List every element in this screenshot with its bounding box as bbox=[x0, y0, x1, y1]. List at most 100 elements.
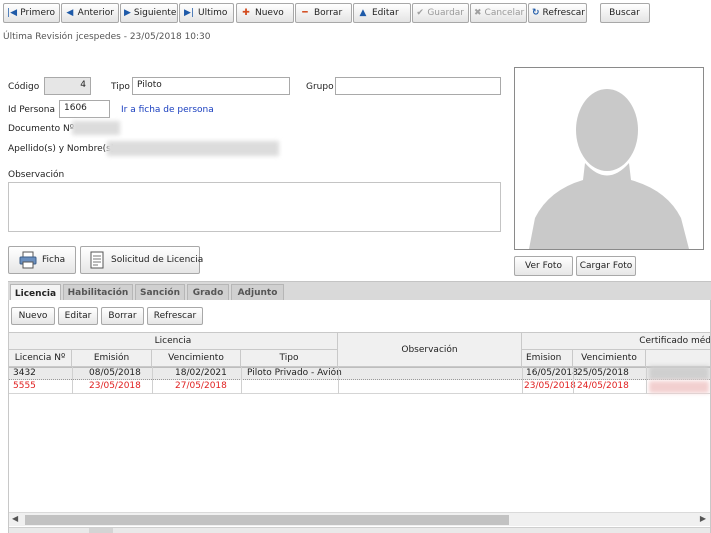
documento-label: Documento Nº bbox=[8, 124, 74, 134]
ultimo-button[interactable]: ▶| Ultimo bbox=[179, 3, 234, 23]
grid-footer-bar bbox=[9, 527, 710, 533]
guardar-label: Guardar bbox=[427, 8, 464, 18]
cell-emision: 23/05/2018 bbox=[89, 381, 141, 391]
nuevo-button[interactable]: ✚ Nuevo bbox=[236, 3, 294, 23]
minus-icon: ━ bbox=[302, 8, 308, 18]
cargar-foto-button[interactable]: Cargar Foto bbox=[576, 256, 636, 276]
cell-redacted bbox=[649, 381, 709, 393]
grid-borrar-button[interactable]: Borrar bbox=[101, 307, 144, 325]
ver-foto-button[interactable]: Ver Foto bbox=[514, 256, 573, 276]
cell-cert-emision: 23/05/2018 bbox=[524, 381, 576, 391]
cell-cert-vencimiento: 25/05/2018 bbox=[577, 368, 629, 378]
col-divider bbox=[152, 367, 153, 394]
codigo-field[interactable]: 4 bbox=[44, 77, 91, 95]
table-row[interactable]: 3432 08/05/2018 18/02/2021 Piloto Privad… bbox=[9, 366, 710, 380]
siguiente-button[interactable]: ▶ Siguiente bbox=[120, 3, 178, 23]
check-icon: ✔ bbox=[416, 8, 424, 18]
printer-icon bbox=[19, 251, 37, 269]
buscar-button[interactable]: Buscar bbox=[600, 3, 650, 23]
col-divider bbox=[338, 367, 339, 394]
table-row[interactable]: 5555 23/05/2018 27/05/2018 23/05/2018 24… bbox=[9, 380, 710, 394]
ultima-revision-value: jcespedes - 23/05/2018 10:30 bbox=[76, 32, 211, 42]
header-group-certificado: Certificado méd bbox=[522, 332, 711, 350]
grid-refrescar-button[interactable]: Refrescar bbox=[147, 307, 203, 325]
photo-frame bbox=[514, 67, 704, 250]
ultimo-label: Ultimo bbox=[198, 8, 228, 18]
solicitud-licencia-button[interactable]: Solicitud de Licencia bbox=[80, 246, 204, 274]
scroll-right-arrow-icon[interactable]: ▶ bbox=[700, 514, 706, 523]
cancelar-label: Cancelar bbox=[484, 8, 525, 18]
codigo-label: Código bbox=[8, 82, 40, 92]
scroll-left-arrow-icon[interactable]: ◀ bbox=[12, 514, 18, 523]
ultima-revision-label: Última Revisión bbox=[3, 32, 73, 42]
solicitud-label: Solicitud de Licencia bbox=[111, 255, 204, 265]
tab-habilitacion[interactable]: Habilitación bbox=[63, 284, 133, 301]
previous-record-icon: ◀ bbox=[66, 8, 74, 18]
tipo-field[interactable]: Piloto bbox=[132, 77, 290, 95]
grupo-field[interactable] bbox=[335, 77, 501, 95]
borrar-button[interactable]: ━ Borrar bbox=[295, 3, 352, 23]
guardar-button[interactable]: ✔ Guardar bbox=[412, 3, 469, 23]
header-group-licencia: Licencia bbox=[9, 332, 338, 350]
cross-icon: ✖ bbox=[474, 8, 482, 18]
editar-label: Editar bbox=[372, 8, 399, 18]
horizontal-scrollbar[interactable]: ◀ ▶ bbox=[9, 512, 710, 526]
ficha-label: Ficha bbox=[42, 255, 66, 265]
observacion-textarea[interactable] bbox=[8, 182, 501, 232]
editar-button[interactable]: ▲ Editar bbox=[353, 3, 411, 23]
col-header-vencimiento[interactable]: Vencimiento bbox=[152, 350, 241, 367]
cell-redacted bbox=[649, 366, 709, 380]
borrar-label: Borrar bbox=[314, 8, 343, 18]
nuevo-label: Nuevo bbox=[255, 8, 284, 18]
licencia-grid-panel: Nuevo Editar Borrar Refrescar Licencia O… bbox=[8, 300, 711, 533]
anterior-label: Anterior bbox=[77, 8, 114, 18]
cell-tipo: Piloto Privado - Avión bbox=[247, 368, 342, 378]
grid-nuevo-button[interactable]: Nuevo bbox=[11, 307, 55, 325]
documento-value-redacted bbox=[72, 121, 120, 135]
col-header-licencia-nro[interactable]: Licencia Nº bbox=[9, 350, 72, 367]
scrollbar-thumb[interactable] bbox=[25, 515, 509, 525]
apellido-nombre-label: Apellido(s) y Nombre(s) bbox=[8, 144, 115, 154]
first-record-icon: |◀ bbox=[7, 8, 18, 18]
form-document-icon bbox=[89, 251, 105, 269]
detail-tabs: Licencia Habilitación Sanción Grado Adju… bbox=[8, 281, 711, 302]
cell-cert-vencimiento: 24/05/2018 bbox=[577, 381, 629, 391]
header-certificado-label: Certificado méd bbox=[639, 336, 711, 346]
cell-vencimiento: 27/05/2018 bbox=[175, 381, 227, 391]
col-header-cert-vencimiento[interactable]: Vencimiento bbox=[573, 350, 646, 367]
col-divider bbox=[522, 367, 523, 394]
primero-label: Primero bbox=[20, 8, 55, 18]
edit-icon: ▲ bbox=[359, 8, 367, 18]
person-silhouette-icon bbox=[529, 89, 689, 249]
refrescar-label: Refrescar bbox=[542, 8, 585, 18]
apellido-nombre-value-redacted bbox=[107, 141, 279, 156]
primero-button[interactable]: |◀ Primero bbox=[3, 3, 60, 23]
refresh-icon: ↻ bbox=[532, 8, 540, 18]
plus-icon: ✚ bbox=[242, 8, 250, 18]
tab-adjunto[interactable]: Adjunto bbox=[231, 284, 284, 301]
refrescar-button[interactable]: ↻ Refrescar bbox=[528, 3, 587, 23]
anterior-button[interactable]: ◀ Anterior bbox=[61, 3, 119, 23]
cell-licencia-nro: 3432 bbox=[13, 368, 36, 378]
cell-cert-emision: 16/05/2018 bbox=[526, 368, 578, 378]
tab-grado[interactable]: Grado bbox=[187, 284, 229, 301]
id-persona-field[interactable]: 1606 bbox=[59, 100, 110, 118]
col-header-tipo[interactable]: Tipo bbox=[241, 350, 338, 367]
cancelar-button[interactable]: ✖ Cancelar bbox=[470, 3, 527, 23]
header-observacion[interactable]: Observación bbox=[338, 332, 522, 367]
col-header-cert-emision[interactable]: Emision bbox=[522, 350, 573, 367]
last-record-icon: ▶| bbox=[184, 8, 194, 18]
col-header-cert-extra[interactable] bbox=[646, 350, 710, 367]
cell-vencimiento: 18/02/2021 bbox=[175, 368, 227, 378]
ficha-button[interactable]: Ficha bbox=[8, 246, 76, 274]
tab-sancion[interactable]: Sanción bbox=[135, 284, 185, 301]
grid-editar-button[interactable]: Editar bbox=[58, 307, 98, 325]
cell-emision: 08/05/2018 bbox=[89, 368, 141, 378]
grupo-label: Grupo bbox=[306, 82, 334, 92]
col-divider bbox=[72, 367, 73, 394]
ficha-persona-link[interactable]: Ir a ficha de persona bbox=[121, 105, 214, 115]
col-divider bbox=[241, 367, 242, 394]
col-header-emision[interactable]: Emisión bbox=[72, 350, 152, 367]
col-divider bbox=[573, 367, 574, 394]
id-persona-label: Id Persona bbox=[8, 105, 55, 115]
